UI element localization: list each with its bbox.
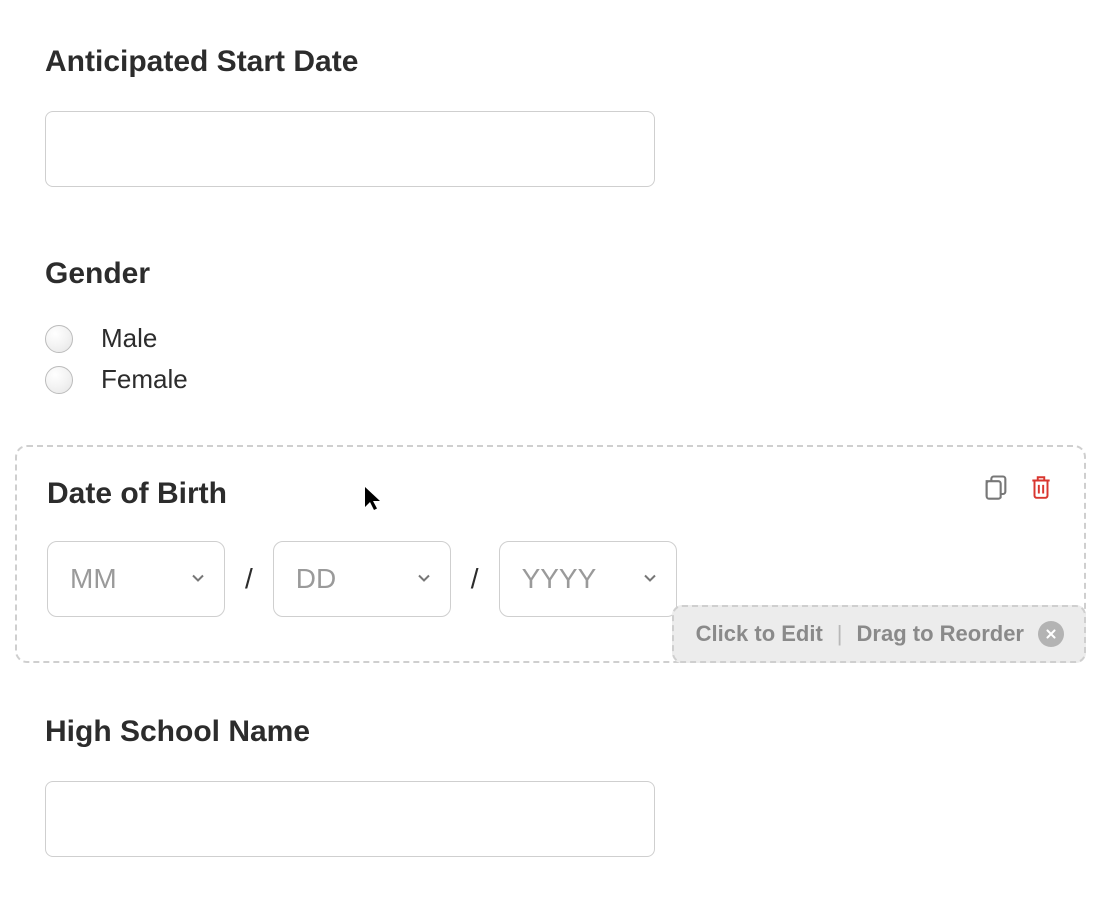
gender-section: Gender Male Female [45, 257, 1071, 395]
gender-option-male[interactable]: Male [45, 323, 1071, 354]
hint-divider: | [837, 621, 843, 647]
field-hint-pill: Click to Edit | Drag to Reorder [672, 605, 1086, 663]
gender-option-female[interactable]: Female [45, 364, 1071, 395]
chevron-down-icon [188, 563, 208, 595]
dob-month-select[interactable]: MM [47, 541, 225, 617]
gender-label: Gender [45, 257, 1071, 291]
duplicate-button[interactable] [982, 473, 1010, 504]
dob-header: Date of Birth [47, 477, 1054, 511]
gender-option-label: Female [101, 364, 188, 395]
start-date-input[interactable] [45, 111, 655, 187]
high-school-section: High School Name [45, 715, 1071, 857]
dob-year-select[interactable]: YYYY [499, 541, 677, 617]
dob-year-placeholder: YYYY [522, 563, 597, 595]
chevron-down-icon [640, 563, 660, 595]
dob-field-block[interactable]: Date of Birth [15, 445, 1086, 663]
date-separator: / [243, 563, 255, 595]
copy-icon [982, 473, 1010, 504]
chevron-down-icon [414, 563, 434, 595]
dob-month-placeholder: MM [70, 563, 117, 595]
gender-radio-group: Male Female [45, 323, 1071, 395]
high-school-label: High School Name [45, 715, 1071, 749]
date-separator: / [469, 563, 481, 595]
dob-label: Date of Birth [47, 477, 227, 511]
gender-option-label: Male [101, 323, 157, 354]
dob-actions [982, 473, 1054, 504]
radio-icon [45, 366, 73, 394]
hint-reorder-text: Drag to Reorder [857, 621, 1024, 647]
radio-icon [45, 325, 73, 353]
delete-button[interactable] [1028, 473, 1054, 504]
start-date-section: Anticipated Start Date [45, 45, 1071, 187]
start-date-label: Anticipated Start Date [45, 45, 1071, 79]
trash-icon [1028, 473, 1054, 504]
close-icon [1038, 621, 1064, 647]
high-school-input[interactable] [45, 781, 655, 857]
dob-day-placeholder: DD [296, 563, 336, 595]
hint-edit-text: Click to Edit [696, 621, 823, 647]
dob-day-select[interactable]: DD [273, 541, 451, 617]
dismiss-hint-button[interactable] [1038, 621, 1064, 647]
